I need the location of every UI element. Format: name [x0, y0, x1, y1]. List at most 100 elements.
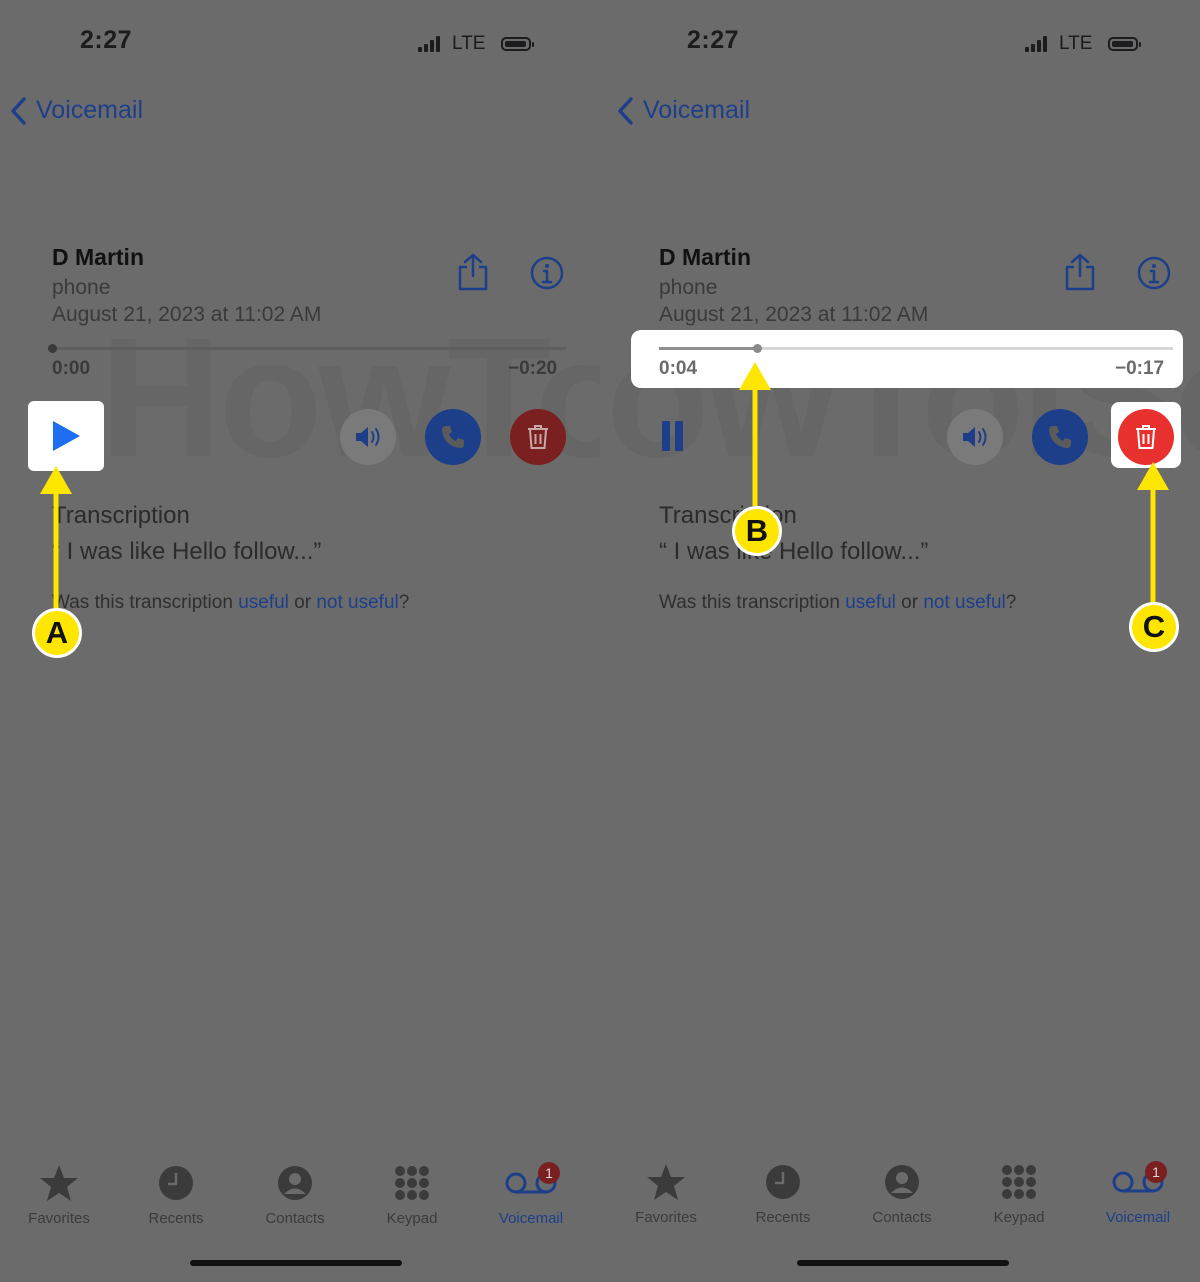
tab-favorites[interactable]: Favorites — [611, 1157, 721, 1226]
info-button[interactable] — [1137, 256, 1171, 295]
scrubber-knob[interactable] — [48, 344, 57, 353]
network-label: LTE — [452, 33, 486, 54]
back-label: Voicemail — [36, 96, 143, 124]
back-button[interactable]: Voicemail — [617, 96, 750, 125]
share-icon — [1065, 253, 1095, 291]
call-back-button[interactable] — [1032, 409, 1088, 465]
feedback-question: Was this transcription — [52, 592, 239, 613]
callout-b: B — [732, 506, 782, 556]
battery-icon — [1108, 37, 1142, 51]
tab-recents[interactable]: Recents — [121, 1158, 231, 1227]
keypad-dot — [419, 1166, 429, 1176]
call-back-button[interactable] — [425, 409, 481, 465]
status-time: 2:27 — [80, 26, 133, 54]
voicemail-date: August 21, 2023 at 11:02 AM — [659, 303, 929, 326]
share-icon — [458, 253, 488, 291]
keypad-dot — [407, 1178, 417, 1188]
callout-a: A — [32, 608, 82, 658]
chevron-left-icon — [11, 96, 26, 125]
tab-voicemail[interactable]: 1 Voicemail — [1083, 1157, 1193, 1226]
voicemail-badge: 1 — [1145, 1161, 1167, 1183]
caller-name: D Martin — [52, 244, 144, 270]
left-screen: HowToiSolve.com 2:27 LTE Voicemail D Mar… — [0, 0, 600, 1282]
share-button[interactable] — [456, 252, 490, 297]
playback-scrubber[interactable] — [659, 344, 1173, 353]
keypad-dot — [1026, 1165, 1036, 1175]
useful-link[interactable]: useful — [238, 592, 289, 613]
trash-icon — [1136, 425, 1156, 449]
voicemail-date: August 21, 2023 at 11:02 AM — [52, 303, 322, 326]
caller-name: D Martin — [659, 244, 751, 270]
home-indicator[interactable] — [797, 1260, 1009, 1266]
tab-bar: Favorites Recents Contacts Keypad 1 Voic… — [0, 1158, 600, 1238]
speaker-button[interactable] — [340, 409, 396, 465]
status-time: 2:27 — [687, 26, 740, 54]
status-indicators: LTE — [1025, 33, 1142, 55]
trash-icon — [528, 425, 548, 449]
tab-contacts[interactable]: Contacts — [240, 1158, 350, 1227]
useful-link[interactable]: useful — [845, 592, 896, 613]
keypad-dot — [1026, 1189, 1036, 1199]
callout-c: C — [1129, 602, 1179, 652]
scrubber-knob[interactable] — [752, 344, 762, 353]
tab-label: Keypad — [993, 1209, 1045, 1226]
star-icon — [647, 1164, 685, 1200]
keypad-dot — [407, 1166, 417, 1176]
home-indicator[interactable] — [190, 1260, 402, 1266]
network-label: LTE — [1059, 33, 1093, 54]
not-useful-link[interactable]: not useful — [316, 592, 398, 613]
keypad-dot — [1002, 1177, 1012, 1187]
pause-button[interactable] — [662, 421, 683, 451]
speaker-button[interactable] — [947, 409, 1003, 465]
info-icon — [1137, 256, 1171, 290]
chevron-left-icon — [618, 96, 633, 125]
tab-bar: Favorites Recents Contacts Keypad 1 Voic… — [607, 1157, 1200, 1237]
speaker-icon — [356, 427, 380, 447]
keypad-icon — [1002, 1165, 1036, 1199]
tab-label: Contacts — [872, 1209, 932, 1226]
elapsed-time: 0:04 — [659, 358, 698, 379]
tab-voicemail[interactable]: 1 Voicemail — [476, 1158, 586, 1227]
status-indicators: LTE — [418, 33, 535, 55]
feedback-or: or — [288, 592, 317, 613]
tab-label: Favorites — [28, 1210, 90, 1227]
person-icon — [278, 1166, 312, 1200]
tab-keypad[interactable]: Keypad — [357, 1158, 467, 1227]
playback-scrubber[interactable] — [48, 344, 566, 353]
tab-label: Recents — [755, 1209, 811, 1226]
info-icon — [530, 256, 564, 290]
tab-contacts[interactable]: Contacts — [847, 1157, 957, 1226]
keypad-dot — [1002, 1189, 1012, 1199]
delete-button[interactable] — [1118, 409, 1174, 465]
battery-icon — [501, 37, 535, 51]
elapsed-time: 0:00 — [52, 358, 91, 379]
clock-icon — [159, 1166, 193, 1200]
clock-icon — [766, 1165, 800, 1199]
back-button[interactable]: Voicemail — [10, 96, 143, 125]
tab-keypad[interactable]: Keypad — [964, 1157, 1074, 1226]
phone-icon — [1049, 426, 1071, 448]
tab-favorites[interactable]: Favorites — [4, 1158, 114, 1227]
keypad-dot — [1026, 1177, 1036, 1187]
keypad-dot — [395, 1178, 405, 1188]
caller-source: phone — [659, 276, 718, 299]
feedback-suffix: ? — [1005, 592, 1017, 613]
scrubber-fill — [659, 347, 757, 350]
keypad-dot — [419, 1190, 429, 1200]
share-button[interactable] — [1063, 252, 1097, 297]
play-icon — [53, 421, 80, 451]
info-button[interactable] — [530, 256, 564, 295]
tab-recents[interactable]: Recents — [728, 1157, 838, 1226]
feedback-or: or — [895, 592, 924, 613]
tab-label: Voicemail — [498, 1210, 564, 1227]
arrow-annotation-a — [40, 466, 72, 608]
not-useful-link[interactable]: not useful — [923, 592, 1005, 613]
keypad-dot — [1014, 1165, 1024, 1175]
keypad-dot — [1002, 1165, 1012, 1175]
keypad-dot — [1014, 1189, 1024, 1199]
delete-button[interactable] — [510, 409, 566, 465]
tab-label: Favorites — [635, 1209, 697, 1226]
keypad-dot — [395, 1166, 405, 1176]
star-icon — [40, 1165, 78, 1201]
play-button[interactable] — [28, 401, 104, 471]
